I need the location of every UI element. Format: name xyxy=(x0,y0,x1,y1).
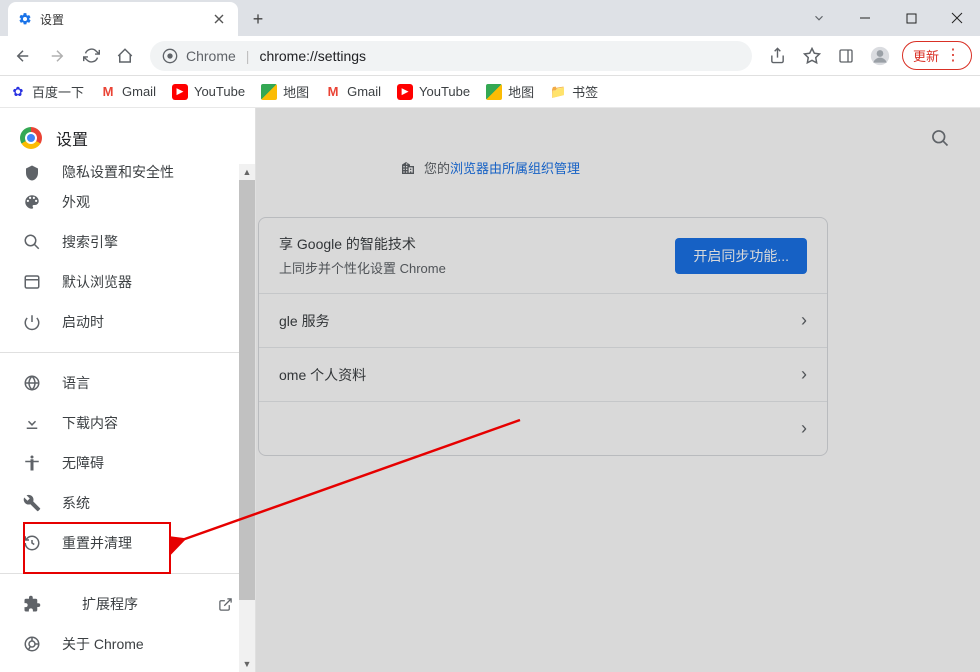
youtube-icon: ▶ xyxy=(397,84,413,100)
folder-icon: 📁 xyxy=(550,84,566,100)
update-button[interactable]: 更新 ⋮ xyxy=(902,41,972,70)
sidebar-item-search[interactable]: 搜索引擎 xyxy=(0,222,255,262)
bookmark-item[interactable]: ▶YouTube xyxy=(397,84,470,100)
back-button[interactable] xyxy=(8,41,38,71)
sidebar-item-accessibility[interactable]: 无障碍 xyxy=(0,443,255,483)
sidebar-header: 设置 xyxy=(0,108,255,164)
gmail-icon: M xyxy=(325,84,341,100)
browser-tab[interactable]: 设置 xyxy=(8,2,238,36)
home-button[interactable] xyxy=(110,41,140,71)
sidebar-item-startup[interactable]: 启动时 xyxy=(0,302,255,342)
external-link-icon xyxy=(218,597,233,612)
maps-icon xyxy=(486,84,502,100)
bookmarks-bar: ✿百度一下 MGmail ▶YouTube 地图 MGmail ▶YouTube… xyxy=(0,76,980,108)
wrench-icon xyxy=(22,494,42,512)
search-settings-icon[interactable] xyxy=(930,128,950,148)
bookmark-item[interactable]: ▶YouTube xyxy=(172,84,245,100)
sidebar-item-privacy[interactable]: 隐私设置和安全性 xyxy=(0,164,255,182)
tab-title: 设置 xyxy=(40,11,64,28)
window-controls xyxy=(796,0,980,36)
shield-icon xyxy=(22,164,42,182)
sidebar-item-reset[interactable]: 重置并清理 xyxy=(0,523,255,563)
profile-avatar-icon[interactable] xyxy=(864,40,896,72)
toolbar: Chrome | chrome://settings 更新 ⋮ xyxy=(0,36,980,76)
address-bar[interactable]: Chrome | chrome://settings xyxy=(150,41,752,71)
sidebar-divider xyxy=(0,573,255,574)
close-window-button[interactable] xyxy=(934,3,980,33)
palette-icon xyxy=(22,193,42,211)
bookmark-star-icon[interactable] xyxy=(796,40,828,72)
bookmark-item[interactable]: MGmail xyxy=(325,84,381,100)
scrollbar-thumb[interactable] xyxy=(239,180,255,600)
forward-button[interactable] xyxy=(42,41,72,71)
extension-icon xyxy=(22,595,42,613)
sidebar-item-about[interactable]: 关于 Chrome xyxy=(0,624,255,664)
sidebar-item-downloads[interactable]: 下载内容 xyxy=(0,403,255,443)
baidu-icon: ✿ xyxy=(10,84,26,100)
chrome-icon xyxy=(162,48,178,64)
sidebar-item-system[interactable]: 系统 xyxy=(0,483,255,523)
close-icon[interactable] xyxy=(210,12,228,26)
bookmark-item[interactable]: 地图 xyxy=(261,82,309,101)
browser-icon xyxy=(22,273,42,291)
youtube-icon: ▶ xyxy=(172,84,188,100)
url-scheme: Chrome xyxy=(186,48,236,64)
reload-button[interactable] xyxy=(76,41,106,71)
bookmark-item[interactable]: MGmail xyxy=(100,84,156,100)
tab-search-button[interactable] xyxy=(796,3,842,33)
scroll-up-arrow[interactable]: ▲ xyxy=(239,164,255,180)
chrome-logo-icon xyxy=(20,127,42,149)
url-text: chrome://settings xyxy=(259,48,366,64)
sidebar-list[interactable]: ▲ ▼ 隐私设置和安全性 外观 搜索引擎 默认浏览器 启动时 语言 xyxy=(0,164,255,672)
menu-dots-icon: ⋮ xyxy=(945,48,961,64)
search-icon xyxy=(22,233,42,251)
chrome-outline-icon xyxy=(22,635,42,653)
bookmark-item[interactable]: 📁书签 xyxy=(550,82,598,101)
gear-icon xyxy=(18,12,32,26)
sidebar-item-extensions[interactable]: 扩展程序 xyxy=(0,584,255,624)
sidebar-divider xyxy=(0,352,255,353)
minimize-button[interactable] xyxy=(842,3,888,33)
side-panel-icon[interactable] xyxy=(830,40,862,72)
globe-icon xyxy=(22,374,42,392)
sidebar-item-default-browser[interactable]: 默认浏览器 xyxy=(0,262,255,302)
maps-icon xyxy=(261,84,277,100)
window-titlebar: 设置 + xyxy=(0,0,980,36)
restore-icon xyxy=(22,534,42,552)
power-icon xyxy=(22,313,42,331)
accessibility-icon xyxy=(22,454,42,472)
scroll-down-arrow[interactable]: ▼ xyxy=(239,656,255,672)
share-icon[interactable] xyxy=(762,40,794,72)
maximize-button[interactable] xyxy=(888,3,934,33)
gmail-icon: M xyxy=(100,84,116,100)
sidebar-item-languages[interactable]: 语言 xyxy=(0,363,255,403)
bookmark-item[interactable]: ✿百度一下 xyxy=(10,82,84,101)
bookmark-item[interactable]: 地图 xyxy=(486,82,534,101)
download-icon xyxy=(22,414,42,432)
settings-sidebar: 设置 ▲ ▼ 隐私设置和安全性 外观 搜索引擎 默认浏览器 启动时 语言 xyxy=(0,108,256,672)
new-tab-button[interactable]: + xyxy=(244,5,272,33)
sidebar-item-appearance[interactable]: 外观 xyxy=(0,182,255,222)
